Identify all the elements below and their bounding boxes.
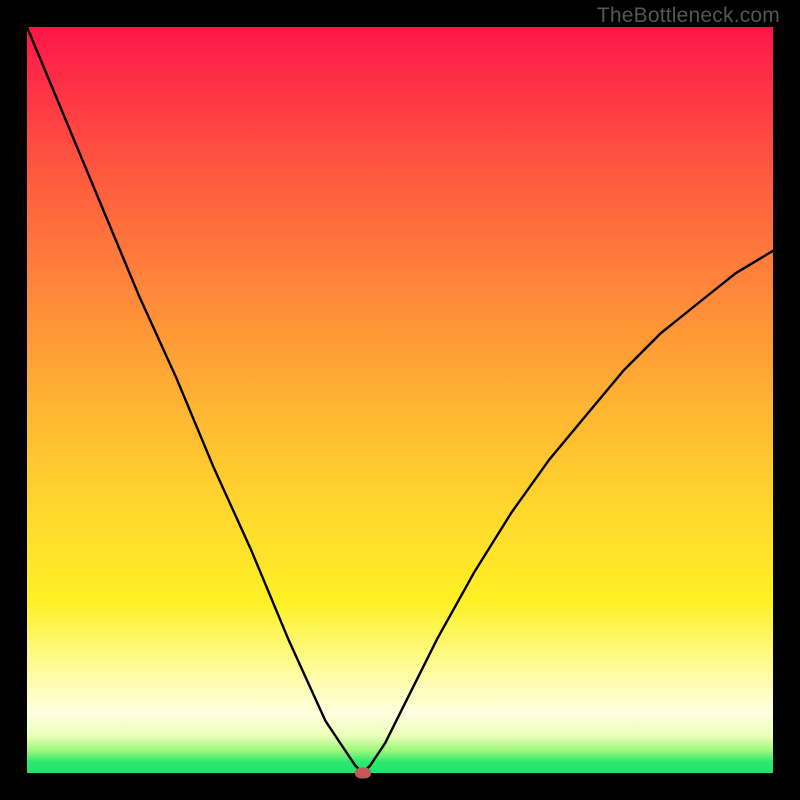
min-point-marker bbox=[355, 768, 371, 779]
plot-area bbox=[27, 27, 773, 773]
bottleneck-curve bbox=[27, 27, 773, 773]
watermark-text: TheBottleneck.com bbox=[597, 4, 780, 28]
chart-frame: TheBottleneck.com bbox=[0, 0, 800, 800]
